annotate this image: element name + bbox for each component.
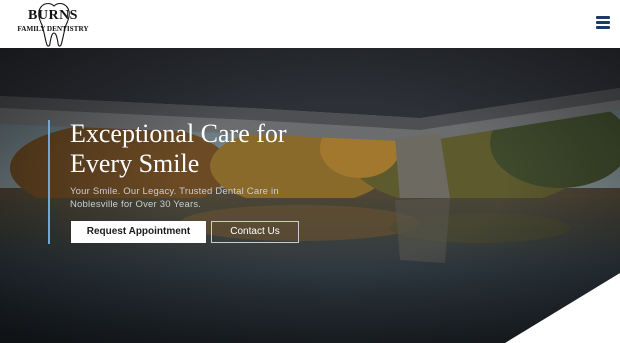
- hero-title-line2: Every Smile: [70, 149, 200, 178]
- site-header: BURNS FAMILY DENTISTRY: [0, 0, 620, 48]
- hero-subtitle-line2: Noblesville for Over 30 Years.: [70, 199, 202, 210]
- hero-subtitle-line1: Your Smile. Our Legacy. Trusted Dental C…: [70, 186, 279, 197]
- logo[interactable]: BURNS FAMILY DENTISTRY: [17, 1, 91, 47]
- logo-subtitle: FAMILY DENTISTRY: [17, 25, 89, 33]
- hero-title-line1: Exceptional Care for: [70, 119, 287, 148]
- hero-title: Exceptional Care for Every Smile: [70, 119, 360, 179]
- hero-accent-bar: [48, 120, 50, 244]
- hero-subtitle: Your Smile. Our Legacy. Trusted Dental C…: [70, 185, 310, 211]
- hamburger-menu-icon[interactable]: [592, 14, 614, 32]
- request-appointment-button[interactable]: Request Appointment: [71, 221, 206, 243]
- contact-us-button[interactable]: Contact Us: [211, 221, 299, 243]
- hero-section: Exceptional Care for Every Smile Your Sm…: [0, 48, 620, 343]
- logo-name: BURNS: [28, 8, 78, 23]
